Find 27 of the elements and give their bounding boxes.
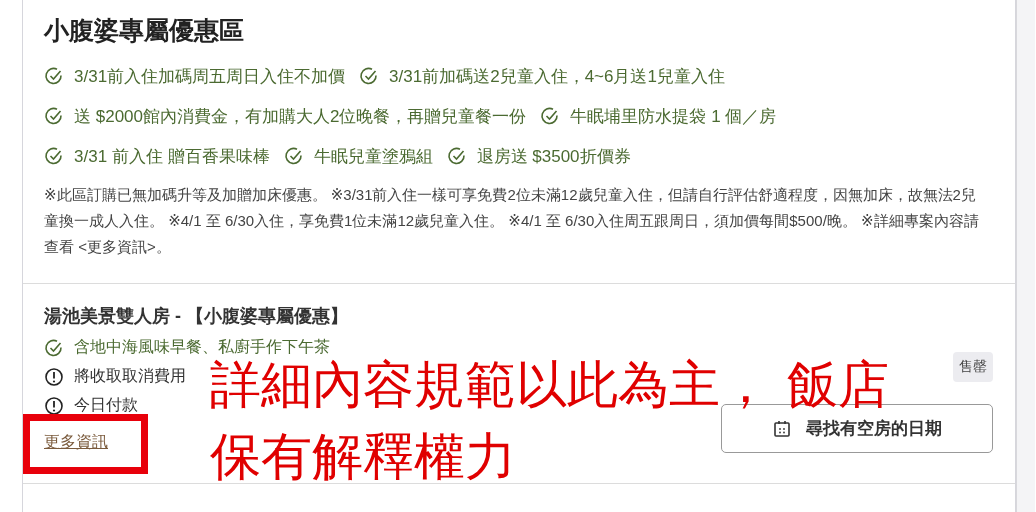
feature-text: 含地中海風味早餐、私廚手作下午茶: [74, 337, 330, 357]
feature-text: 將收取取消費用: [74, 366, 186, 386]
perk-text: 牛眠兒童塗鴉組: [313, 145, 433, 168]
perk-text: 3/31 前入住 贈百香果味棒: [74, 145, 270, 168]
exclamation-circle-icon: [44, 395, 64, 416]
check-circle-icon: [44, 337, 64, 358]
room-title: 湯池美景雙人房 - 【小腹婆專屬優惠】: [44, 305, 349, 328]
calendar-icon: [772, 418, 792, 439]
check-circle-icon: [540, 106, 561, 126]
check-circle-icon: [283, 146, 304, 166]
check-circle-icon: [44, 66, 64, 86]
annotation-text: 保有解釋權力: [210, 430, 516, 484]
section-title: 小腹婆專屬優惠區: [44, 15, 245, 46]
perk-text: 牛眠埔里防水提袋 1 個／房: [570, 105, 777, 128]
check-circle-icon: [359, 66, 380, 86]
sold-out-label: 售罄: [953, 352, 993, 382]
feature-text: 今日付款: [74, 395, 138, 415]
more-info-link[interactable]: 更多資訊: [44, 432, 108, 453]
check-circle-icon: [44, 106, 64, 126]
perk-text: 退房送 $3500折價券: [476, 145, 631, 168]
check-circle-icon: [446, 146, 467, 166]
perk-text: 3/31前加碼送2兒童入住，4~6月送1兒童入住: [389, 65, 725, 88]
check-circle-icon: [44, 146, 64, 166]
note-text: ※此區訂購已無加碼升等及加贈加床優惠。 ※3/31前入住一樣可享免費2位未滿12歲兒童入住，但請自行評估舒適程度，因無加床，故無法2兒童換一成人入住。 ※4/1 至 6/30入住，享免費1位未滿12歲兒童入住。 ※4/1 至 6/30入住周五跟周日，須加價每間$500/晚。 ※詳細專案內容請查看 <更多資訊>。: [44, 185, 979, 257]
perk-text: 送 $2000館內消費金，有加購大人2位晚餐，再贈兒童餐一份: [74, 105, 527, 128]
exclamation-circle-icon: [44, 366, 64, 387]
perk-text: 3/31前入住加碼周五周日入住不加價: [74, 65, 346, 88]
